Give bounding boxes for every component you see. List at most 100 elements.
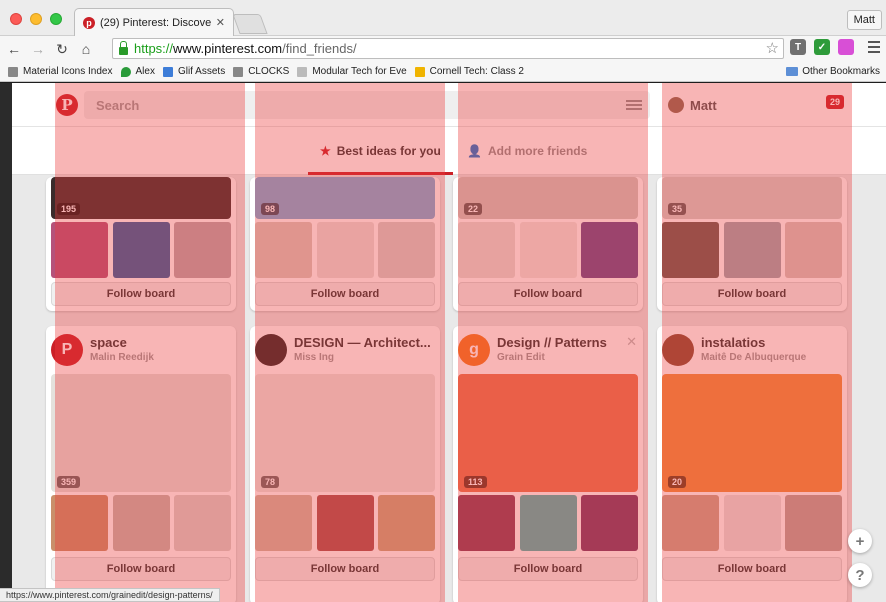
board-cover-image[interactable]: 35 [662,177,842,219]
board-cover-image[interactable]: 359 [51,374,231,492]
bookmark-item[interactable]: Modular Tech for Eve [297,66,407,77]
board-title[interactable]: space [90,335,230,350]
board-owner[interactable]: Malin Reedijk [90,352,154,363]
sub-navigation: ★ Best ideas for you 👤 Add more friends [12,127,886,175]
bookmark-item[interactable]: CLOCKS [233,66,289,77]
board-owner-avatar[interactable] [662,334,694,366]
board-thumbnail[interactable] [316,495,374,551]
page-left-gutter [0,83,12,602]
follow-board-button[interactable]: Follow board [51,557,231,581]
board-thumbnail[interactable] [519,495,577,551]
board-thumbnail[interactable] [51,495,108,551]
board-cover-image[interactable]: 78 [255,374,435,492]
follow-board-button[interactable]: Follow board [662,557,842,581]
tab-add-friends[interactable]: 👤 Add more friends [467,144,587,158]
board-thumbnail[interactable] [662,495,719,551]
bookmark-label: Alex [135,66,155,77]
new-tab-button[interactable] [232,14,268,34]
notification-badge[interactable]: 29 [826,95,844,109]
chrome-menu-icon[interactable] [868,41,880,56]
board-owner[interactable]: Grain Edit [497,352,545,363]
user-profile-link[interactable]: Matt [668,97,717,113]
url-scheme: https:// [134,41,174,56]
board-thumbnail[interactable] [255,222,312,278]
home-icon[interactable]: ⌂ [76,41,96,57]
board-thumbnail[interactable] [458,222,515,278]
bookmark-label: Glif Assets [177,66,226,77]
address-bar[interactable]: https:// www.pinterest.com /find_friends… [112,38,784,59]
board-thumbnail[interactable] [112,495,170,551]
board-thumbnail[interactable] [378,495,435,551]
board-thumbnail[interactable] [785,495,842,551]
pinterest-logo-icon[interactable]: P [56,94,78,116]
close-window-button[interactable] [10,13,22,25]
follow-board-button[interactable]: Follow board [662,282,842,306]
bookmark-item[interactable]: Glif Assets [162,66,226,77]
slides-icon [414,66,425,77]
tab-close-icon[interactable]: ✕ [216,16,225,29]
other-bookmarks[interactable]: Other Bookmarks [786,66,880,77]
board-owner[interactable]: Miss Ing [294,352,334,363]
pinterest-page: P Search Matt 29 ★ Best ideas for you 👤 … [0,83,886,602]
board-owner-avatar[interactable]: P [51,334,83,366]
doc-extension-icon[interactable] [838,39,854,55]
bookmark-item[interactable]: Material Icons Index [8,66,113,77]
browser-tab[interactable]: p (29) Pinterest: Discover an ✕ [74,8,234,36]
follow-board-button[interactable]: Follow board [255,557,435,581]
dismiss-board-icon[interactable]: ✕ [626,334,637,350]
board-thumbnail[interactable] [458,495,515,551]
board-thumbnail[interactable] [316,222,374,278]
follow-board-button[interactable]: Follow board [458,282,638,306]
board-thumbnail[interactable] [112,222,170,278]
board-title[interactable]: DESIGN — Architect... [294,335,434,350]
board-thumbnail[interactable] [662,222,719,278]
board-cover-image[interactable]: 22 [458,177,638,219]
board-card: g Design // Patterns Grain Edit ✕ 113 Follow … [453,326,643,602]
add-pin-button[interactable]: + [848,529,872,553]
board-thumbnail[interactable] [581,222,638,278]
type-extension-icon[interactable]: T [790,39,806,55]
board-thumbnail[interactable] [255,495,312,551]
board-title[interactable]: instalatios [701,335,841,350]
board-thumbnail[interactable] [581,495,638,551]
board-thumbnails [51,495,231,551]
minimize-window-button[interactable] [30,13,42,25]
check-extension-icon[interactable]: ✓ [814,39,830,55]
board-thumbnail[interactable] [723,495,781,551]
board-thumbnail[interactable] [785,222,842,278]
forward-arrow-icon[interactable]: → [28,41,48,57]
bookmark-label: Material Icons Index [23,66,113,77]
bookmark-star-icon[interactable]: ☆ [766,39,779,57]
board-thumbnail[interactable] [378,222,435,278]
bookmark-item[interactable]: Alex [120,66,155,77]
board-cover-image[interactable]: 20 [662,374,842,492]
board-owner[interactable]: Maitê De Albuquerque [701,352,806,363]
board-cover-image[interactable]: 98 [255,177,435,219]
board-cover-image[interactable]: 195 [51,177,231,219]
search-filter-icon[interactable] [626,100,642,112]
board-thumbnail[interactable] [174,495,231,551]
browser-toolbar: ← → ↻ ⌂ https:// www.pinterest.com /find… [0,36,886,62]
board-thumbnail[interactable] [51,222,108,278]
board-thumbnail[interactable] [519,222,577,278]
board-thumbnail[interactable] [174,222,231,278]
reload-icon[interactable]: ↻ [52,41,72,58]
board-owner-avatar[interactable]: g [458,334,490,366]
tab-best-ideas[interactable]: ★ Best ideas for you [320,144,441,158]
back-arrow-icon[interactable]: ← [4,41,24,57]
page-icon [8,66,18,77]
follow-board-button[interactable]: Follow board [51,282,231,306]
profile-button[interactable]: Matt [846,10,882,30]
follow-board-button[interactable]: Follow board [458,557,638,581]
board-thumbnail[interactable] [723,222,781,278]
follow-board-button[interactable]: Follow board [255,282,435,306]
bookmark-label: Cornell Tech: Class 2 [429,66,524,77]
board-owner-avatar[interactable] [255,334,287,366]
maximize-window-button[interactable] [50,13,62,25]
board-title[interactable]: Design // Patterns [497,335,637,350]
status-bar-url: https://www.pinterest.com/grainedit/desi… [0,588,220,602]
help-button[interactable]: ? [848,563,872,587]
bookmark-item[interactable]: Cornell Tech: Class 2 [414,66,524,77]
search-input[interactable]: Search [84,91,650,119]
board-cover-image[interactable]: 113 [458,374,638,492]
